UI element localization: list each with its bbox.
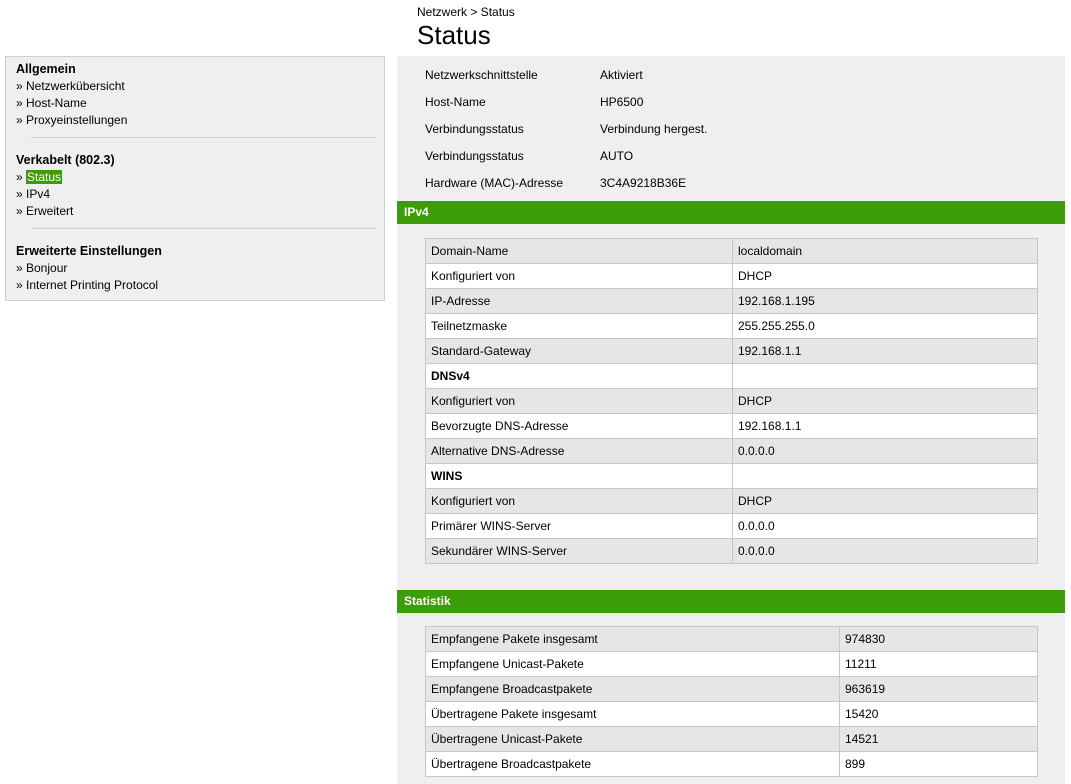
table-cell-key: Konfiguriert von [425, 488, 733, 514]
info-label: Netzwerkschnittstelle [425, 68, 538, 82]
sidebar-heading-general: Allgemein [16, 62, 76, 76]
table-cell-value: 899 [839, 751, 1038, 777]
table-cell-key: Übertragene Broadcastpakete [425, 751, 840, 777]
table-row: Konfiguriert von DHCP [425, 488, 1038, 514]
ipv4-table: Domain-Name localdomain Konfiguriert von D… [425, 238, 1038, 564]
table-cell-value: 974830 [839, 626, 1038, 652]
table-cell-value: 0.0.0.0 [732, 438, 1038, 464]
table-row: Sekundärer WINS-Server 0.0.0.0 [425, 538, 1038, 564]
table-row: Empfangene Broadcastpakete 963619 [425, 676, 1038, 702]
table-cell-value: 192.168.1.195 [732, 288, 1038, 314]
sidebar-divider [31, 137, 376, 138]
table-cell-key: Übertragene Unicast-Pakete [425, 726, 840, 752]
table-cell-key: Empfangene Broadcastpakete [425, 676, 840, 702]
info-value: AUTO [600, 149, 634, 163]
table-cell-value: 14521 [839, 726, 1038, 752]
table-subheading: WINS [425, 463, 733, 489]
table-cell-value: DHCP [732, 263, 1038, 289]
table-row: Bevorzugte DNS-Adresse 192.168.1.1 [425, 413, 1038, 439]
sidebar-group-general: Allgemein » Netzwerkübersicht » Host-Nam… [16, 60, 127, 129]
sidebar-item-ipp[interactable]: » Internet Printing Protocol [16, 277, 162, 294]
info-label: Host-Name [425, 95, 486, 109]
table-subheading: DNSv4 [425, 363, 733, 389]
table-cell-key: Konfiguriert von [425, 388, 733, 414]
table-row: Übertragene Broadcastpakete 899 [425, 751, 1038, 777]
table-cell-key: Übertragene Pakete insgesamt [425, 701, 840, 727]
table-cell-key: Sekundärer WINS-Server [425, 538, 733, 564]
table-cell-value: 15420 [839, 701, 1038, 727]
table-cell-value: 0.0.0.0 [732, 538, 1038, 564]
table-cell-key: Alternative DNS-Adresse [425, 438, 733, 464]
table-row: Empfangene Unicast-Pakete 11211 [425, 651, 1038, 677]
sidebar-item-status[interactable]: » Status [16, 169, 115, 186]
table-cell-value: DHCP [732, 388, 1038, 414]
info-value: Verbindung hergest. [600, 122, 708, 136]
table-row: Primärer WINS-Server 0.0.0.0 [425, 513, 1038, 539]
info-label: Verbindungsstatus [425, 122, 524, 136]
table-row: Übertragene Pakete insgesamt 15420 [425, 701, 1038, 727]
main-panel: Netzwerkschnittstelle Aktiviert Host-Nam… [397, 56, 1065, 784]
table-cell-value [732, 463, 1038, 489]
sidebar-nav: Allgemein » Netzwerkübersicht » Host-Nam… [5, 56, 385, 301]
table-row: Empfangene Pakete insgesamt 974830 [425, 626, 1038, 652]
table-row: Teilnetzmaske 255.255.255.0 [425, 313, 1038, 339]
table-cell-value: 255.255.255.0 [732, 313, 1038, 339]
table-cell-key: Primärer WINS-Server [425, 513, 733, 539]
table-cell-key: Empfangene Pakete insgesamt [425, 626, 840, 652]
sidebar-item-bonjour[interactable]: » Bonjour [16, 260, 162, 277]
table-row: Konfiguriert von DHCP [425, 263, 1038, 289]
table-row: Standard-Gateway 192.168.1.1 [425, 338, 1038, 364]
table-cell-value: 192.168.1.1 [732, 413, 1038, 439]
sidebar-group-wired: Verkabelt (802.3) » Status » IPv4 » Erwe… [16, 151, 115, 220]
info-value: 3C4A9218B36E [600, 176, 687, 190]
table-cell-key: Domain-Name [425, 238, 733, 264]
sidebar-item-ipv4[interactable]: » IPv4 [16, 186, 115, 203]
sidebar-item-status-label: Status [26, 170, 63, 184]
table-row: IP-Adresse 192.168.1.195 [425, 288, 1038, 314]
sidebar-divider [31, 228, 376, 229]
sidebar-item-network-overview[interactable]: » Netzwerkübersicht [16, 78, 127, 95]
table-row: Übertragene Unicast-Pakete 14521 [425, 726, 1038, 752]
table-row: Alternative DNS-Adresse 0.0.0.0 [425, 438, 1038, 464]
table-subheading-row: DNSv4 [425, 363, 1038, 389]
sidebar-group-advanced-settings: Erweiterte Einstellungen » Bonjour » Int… [16, 242, 162, 294]
info-value: HP6500 [600, 95, 644, 109]
table-row: Domain-Name localdomain [425, 238, 1038, 264]
section-header-statistics: Statistik [397, 590, 1065, 613]
sidebar-heading-wired: Verkabelt (802.3) [16, 153, 115, 167]
sidebar-heading-advanced-settings: Erweiterte Einstellungen [16, 244, 162, 258]
info-label: Verbindungsstatus [425, 149, 524, 163]
statistics-table: Empfangene Pakete insgesamt 974830 Empfan… [425, 626, 1038, 777]
sidebar-item-advanced[interactable]: » Erweitert [16, 203, 115, 220]
table-cell-value [732, 363, 1038, 389]
table-cell-key: Bevorzugte DNS-Adresse [425, 413, 733, 439]
table-cell-key: Empfangene Unicast-Pakete [425, 651, 840, 677]
table-cell-value: 11211 [839, 651, 1038, 677]
table-cell-key: Konfiguriert von [425, 263, 733, 289]
table-row: Konfiguriert von DHCP [425, 388, 1038, 414]
table-cell-key: Standard-Gateway [425, 338, 733, 364]
sidebar-item-host-name[interactable]: » Host-Name [16, 95, 127, 112]
info-value: Aktiviert [600, 68, 643, 82]
breadcrumb: Netzwerk > Status [417, 5, 515, 19]
table-cell-value: DHCP [732, 488, 1038, 514]
table-subheading-row: WINS [425, 463, 1038, 489]
table-cell-value: 0.0.0.0 [732, 513, 1038, 539]
sidebar-bullet: » [16, 170, 27, 184]
table-cell-value: 192.168.1.1 [732, 338, 1038, 364]
section-header-ipv4: IPv4 [397, 201, 1065, 224]
table-cell-value: localdomain [732, 238, 1038, 264]
table-cell-value: 963619 [839, 676, 1038, 702]
info-label: Hardware (MAC)-Adresse [425, 176, 564, 190]
sidebar-item-proxy-settings[interactable]: » Proxyeinstellungen [16, 112, 127, 129]
page-title: Status [417, 20, 491, 50]
table-cell-key: IP-Adresse [425, 288, 733, 314]
table-cell-key: Teilnetzmaske [425, 313, 733, 339]
